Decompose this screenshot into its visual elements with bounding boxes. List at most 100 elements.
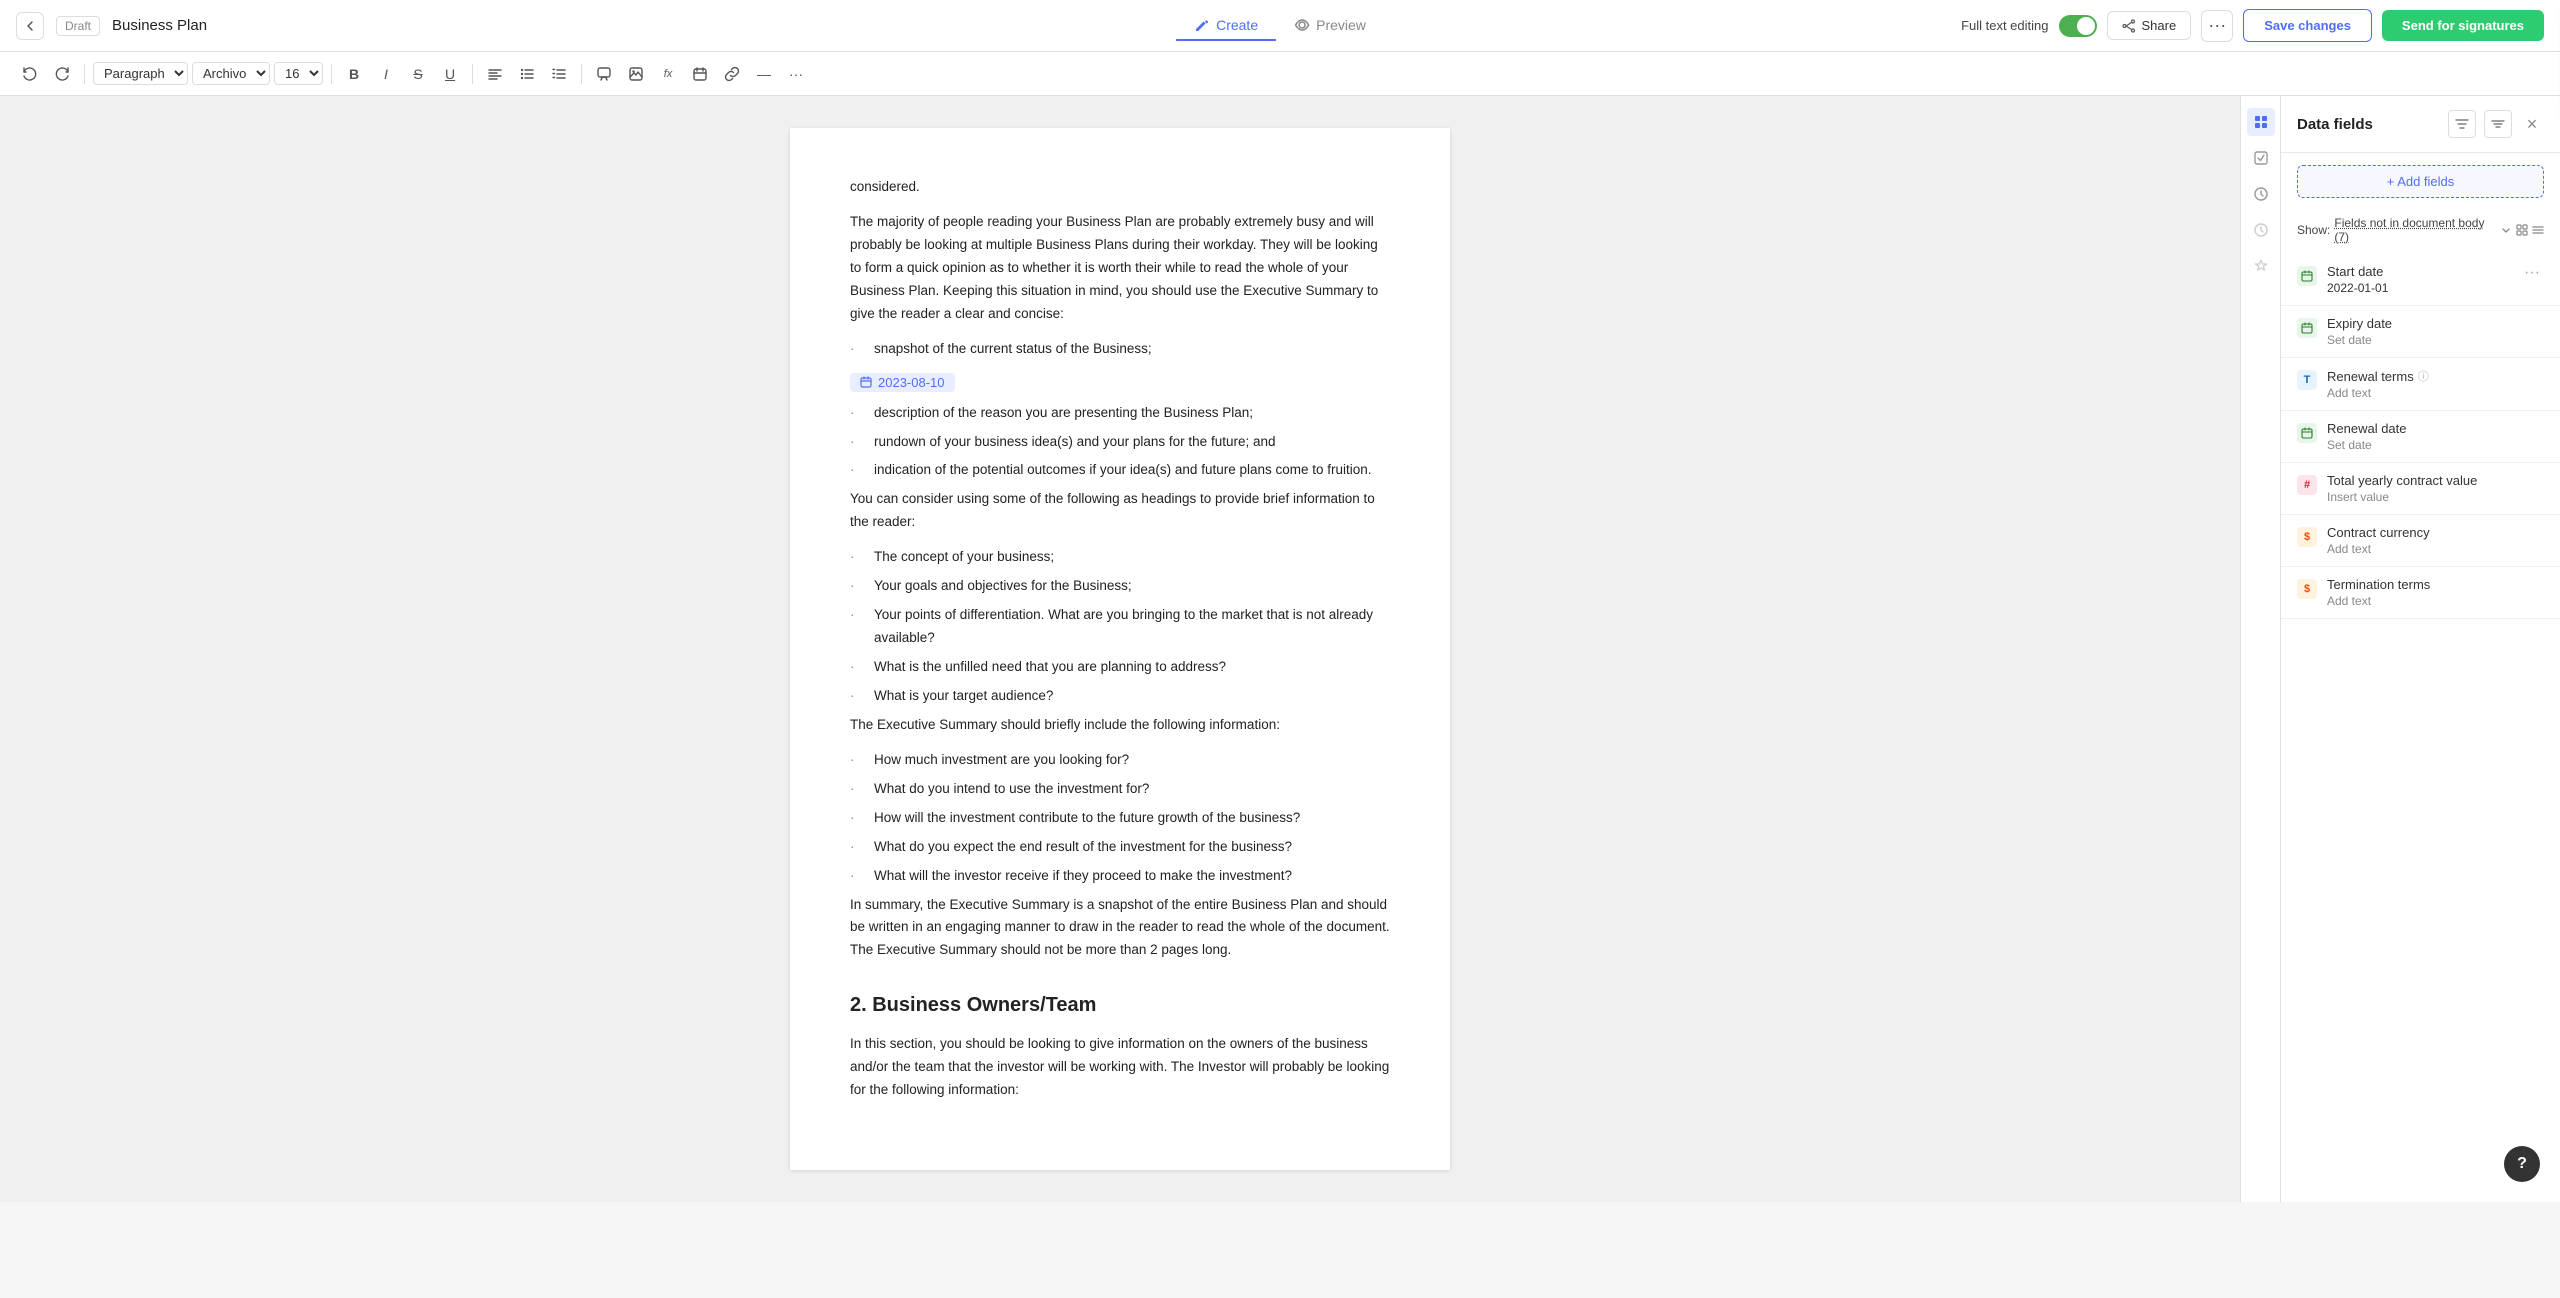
doc-bullet-12: · How will the investment contribute to … xyxy=(850,807,1390,830)
doc-para4: In summary, the Executive Summary is a s… xyxy=(850,894,1390,963)
show-filter-row: Show: Fields not in document body (7) xyxy=(2281,210,2560,254)
image-button[interactable] xyxy=(622,60,650,88)
field-value-total-yearly-contract[interactable]: Insert value xyxy=(2327,490,2544,504)
field-value-termination-terms[interactable]: Add text xyxy=(2327,594,2544,608)
panel-filter-icon[interactable] xyxy=(2448,110,2476,138)
save-changes-button[interactable]: Save changes xyxy=(2243,9,2372,42)
undo-button[interactable] xyxy=(16,60,44,88)
toolbar-sep-4 xyxy=(581,64,582,84)
grid-view-btn[interactable] xyxy=(2516,216,2528,244)
doc-bullet-1: · snapshot of the current status of the … xyxy=(850,338,1390,361)
tab-preview[interactable]: Preview xyxy=(1276,11,1384,41)
field-content-renewal-date: Renewal date Set date xyxy=(2327,421,2544,452)
field-name-total-yearly-contract: Total yearly contract value xyxy=(2327,473,2544,488)
show-filter-icons xyxy=(2500,216,2544,244)
field-value-contract-currency[interactable]: Add text xyxy=(2327,542,2544,556)
underline-button[interactable]: U xyxy=(436,60,464,88)
send-signatures-button[interactable]: Send for signatures xyxy=(2382,10,2544,41)
font-family-select[interactable]: Archivo xyxy=(192,62,270,85)
formula-button[interactable]: fx xyxy=(654,60,682,88)
calendar-button[interactable] xyxy=(686,60,714,88)
doc-para3: The Executive Summary should briefly inc… xyxy=(850,714,1390,737)
comment-button[interactable] xyxy=(590,60,618,88)
show-filter-options-btn[interactable] xyxy=(2500,216,2512,244)
italic-button[interactable]: I xyxy=(372,60,400,88)
field-value-renewal-date[interactable]: Set date xyxy=(2327,438,2544,452)
field-item-renewal-date[interactable]: Renewal date Set date xyxy=(2281,411,2560,463)
list-view-btn[interactable] xyxy=(2532,216,2544,244)
field-name-expiry-date: Expiry date xyxy=(2327,316,2544,331)
redo-button[interactable] xyxy=(48,60,76,88)
more-options-button[interactable]: ··· xyxy=(2201,10,2233,42)
doc-bullet-10: · How much investment are you looking fo… xyxy=(850,749,1390,772)
field-content-termination-terms: Termination terms Add text xyxy=(2327,577,2544,608)
align-button[interactable] xyxy=(481,60,509,88)
help-button[interactable]: ? xyxy=(2504,1146,2540,1182)
formatting-toolbar: Paragraph Archivo 16 B I S U fx — ··· xyxy=(0,52,2560,96)
link-button[interactable] xyxy=(718,60,746,88)
add-fields-button[interactable]: + Add fields xyxy=(2297,165,2544,198)
side-fields-icon[interactable] xyxy=(2247,108,2275,136)
paragraph-style-select[interactable]: Paragraph xyxy=(93,62,188,85)
side-clock-icon[interactable] xyxy=(2247,180,2275,208)
panel-sort-icon[interactable] xyxy=(2484,110,2512,138)
field-content-expiry-date: Expiry date Set date xyxy=(2327,316,2544,347)
field-value-renewal-terms[interactable]: Add text xyxy=(2327,386,2544,400)
field-name-contract-currency: Contract currency xyxy=(2327,525,2544,540)
panel-close-button[interactable]: × xyxy=(2520,112,2544,136)
field-icon-total-yearly-contract: # xyxy=(2297,475,2317,495)
right-panel: Data fields × + Add fields Show: Fields … xyxy=(2280,96,2560,1202)
draft-badge: Draft xyxy=(56,16,100,36)
doc-bullet-6: · Your goals and objectives for the Busi… xyxy=(850,575,1390,598)
toolbar-more-button[interactable]: ··· xyxy=(782,60,810,88)
ordered-list-button[interactable] xyxy=(545,60,573,88)
field-name-termination-terms: Termination terms xyxy=(2327,577,2544,592)
show-filter-value[interactable]: Fields not in document body (7) xyxy=(2334,216,2496,244)
field-value-expiry-date[interactable]: Set date xyxy=(2327,333,2544,347)
side-star-icon[interactable] xyxy=(2247,252,2275,280)
panel-header: Data fields × xyxy=(2281,96,2560,153)
field-item-total-yearly-contract[interactable]: # Total yearly contract value Insert val… xyxy=(2281,463,2560,515)
doc-bullet-4: · indication of the potential outcomes i… xyxy=(850,459,1390,482)
field-icon-start-date xyxy=(2297,266,2317,286)
strikethrough-button[interactable]: S xyxy=(404,60,432,88)
side-check-icon[interactable] xyxy=(2247,144,2275,172)
bold-button[interactable]: B xyxy=(340,60,368,88)
document-area[interactable]: considered. The majority of people readi… xyxy=(0,96,2240,1202)
doc-bullet-11: · What do you intend to use the investme… xyxy=(850,778,1390,801)
full-text-toggle[interactable] xyxy=(2059,15,2097,37)
doc-date-chip[interactable]: 2023-08-10 xyxy=(850,373,955,392)
field-icon-renewal-terms: T xyxy=(2297,370,2317,390)
doc-bullet-5: · The concept of your business; xyxy=(850,546,1390,569)
tab-create[interactable]: Create xyxy=(1176,11,1276,41)
font-size-select[interactable]: 16 xyxy=(274,62,323,85)
doc-bullet-3: · rundown of your business idea(s) and y… xyxy=(850,431,1390,454)
field-icon-termination-terms: $ xyxy=(2297,579,2317,599)
back-button[interactable] xyxy=(16,12,44,40)
field-icon-contract-currency: $ xyxy=(2297,527,2317,547)
field-item-expiry-date[interactable]: Expiry date Set date xyxy=(2281,306,2560,358)
field-name-renewal-terms: Renewal terms ⓘ xyxy=(2327,368,2544,384)
doc-bullet-13: · What do you expect the end result of t… xyxy=(850,836,1390,859)
field-item-termination-terms[interactable]: $ Termination terms Add text xyxy=(2281,567,2560,619)
nav-tabs: Create Preview xyxy=(1176,11,1384,41)
unordered-list-button[interactable] xyxy=(513,60,541,88)
field-more-btn-start-date[interactable]: ··· xyxy=(2520,264,2544,282)
field-item-renewal-terms[interactable]: T Renewal terms ⓘ Add text xyxy=(2281,358,2560,411)
field-item-start-date[interactable]: Start date 2022-01-01 ··· Properties xyxy=(2281,254,2560,306)
doc-bullet-9: · What is your target audience? xyxy=(850,685,1390,708)
field-content-total-yearly-contract: Total yearly contract value Insert value xyxy=(2327,473,2544,504)
document-page: considered. The majority of people readi… xyxy=(790,128,1450,1170)
dash-button[interactable]: — xyxy=(750,60,778,88)
toolbar-sep-1 xyxy=(84,64,85,84)
field-value-start-date[interactable]: 2022-01-01 xyxy=(2327,281,2510,295)
main-layout: considered. The majority of people readi… xyxy=(0,96,2560,1202)
share-button[interactable]: Share xyxy=(2107,11,2192,40)
panel-header-icons: × xyxy=(2448,110,2544,138)
side-icons-bar xyxy=(2240,96,2280,1202)
top-nav: Draft Business Plan Create Preview Full … xyxy=(0,0,2560,52)
field-item-contract-currency[interactable]: $ Contract currency Add text xyxy=(2281,515,2560,567)
side-clock2-icon[interactable] xyxy=(2247,216,2275,244)
field-info-icon: ⓘ xyxy=(2418,368,2429,384)
nav-right-actions: Full text editing Share ··· Save changes… xyxy=(1961,9,2544,42)
